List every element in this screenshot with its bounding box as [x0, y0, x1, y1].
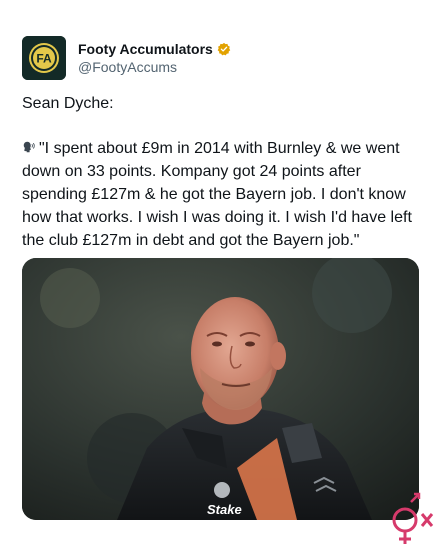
account-names: Footy Accumulators @FootyAccums	[78, 40, 231, 76]
watermark-logo-icon	[392, 492, 434, 544]
tweet-card: FA Footy Accumulators @FootyAccums Sean …	[0, 0, 440, 550]
tweet-header: FA Footy Accumulators @FootyAccums	[22, 36, 231, 80]
avatar[interactable]: FA	[22, 36, 66, 80]
tweet-quote-text: "I spent about £9m in 2014 with Burnley …	[22, 137, 424, 252]
avatar-monogram: FA	[36, 52, 52, 66]
photo-sean-dyche: Stake	[22, 258, 419, 520]
jacket-sponsor-text: Stake	[207, 502, 242, 517]
speaking-head-icon	[23, 141, 35, 153]
footy-accumulators-logo-icon: FA	[22, 36, 66, 80]
tweet-photo[interactable]: Stake	[22, 258, 419, 520]
tweet-intro-text: Sean Dyche:	[22, 95, 114, 112]
account-handle[interactable]: @FootyAccums	[78, 58, 231, 76]
quote-body: "I spent about £9m in 2014 with Burnley …	[22, 140, 412, 249]
verified-badge-icon	[217, 42, 231, 56]
display-name[interactable]: Footy Accumulators	[78, 40, 213, 58]
